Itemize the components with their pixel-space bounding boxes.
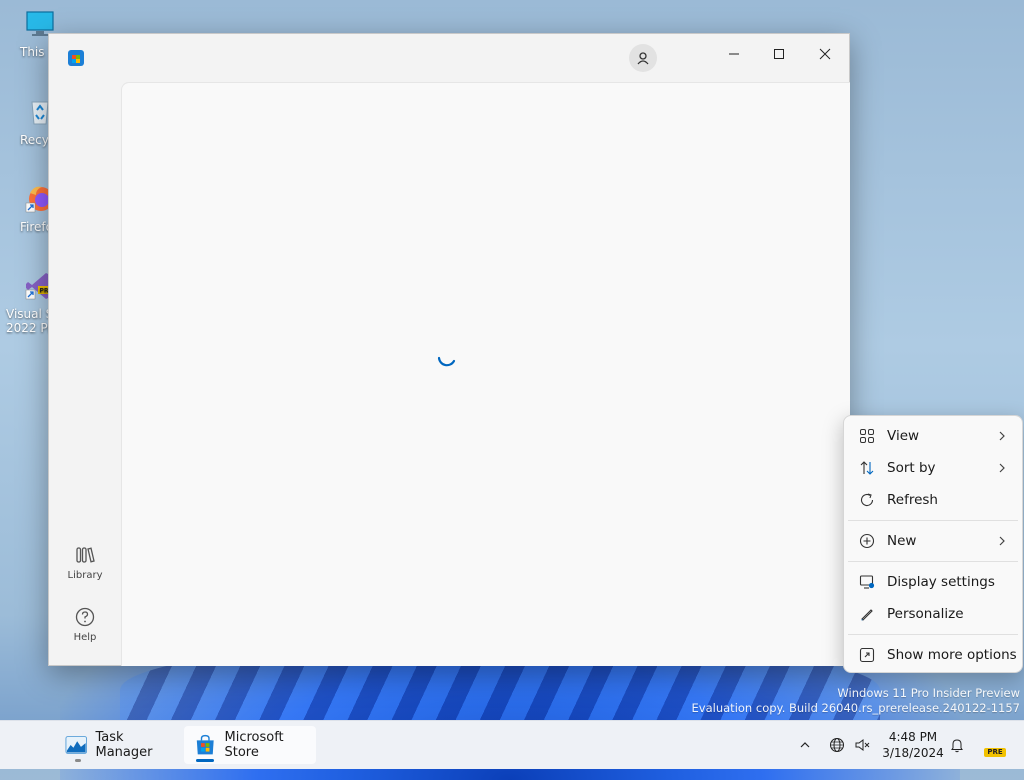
menu-item-refresh[interactable]: Refresh bbox=[848, 485, 1018, 515]
grid-view-icon bbox=[860, 429, 874, 443]
help-icon bbox=[75, 607, 95, 627]
account-button[interactable] bbox=[629, 44, 657, 72]
minimize-button[interactable] bbox=[717, 40, 751, 68]
watermark-line1: Windows 11 Pro Insider Preview bbox=[837, 686, 1020, 700]
clock[interactable]: 4:48 PM 3/18/2024 bbox=[878, 729, 948, 761]
library-icon bbox=[76, 547, 95, 563]
microsoft-store-window: Library Help bbox=[48, 33, 850, 666]
clock-time: 4:48 PM bbox=[888, 730, 938, 744]
close-button[interactable] bbox=[808, 40, 842, 68]
menu-item-new[interactable]: New bbox=[848, 526, 1018, 556]
notifications-button[interactable] bbox=[946, 721, 968, 769]
chevron-right-icon bbox=[999, 463, 1005, 473]
sidebar: Library Help bbox=[49, 82, 121, 665]
person-icon bbox=[637, 52, 649, 65]
main-content bbox=[121, 82, 850, 666]
volume-muted-icon bbox=[855, 739, 870, 751]
watermark-line2: Evaluation copy. Build 26040.rs_prerelea… bbox=[691, 701, 1020, 715]
menu-item-view[interactable]: View bbox=[848, 421, 1018, 451]
menu-item-label: Personalize bbox=[887, 606, 964, 622]
menu-separator bbox=[848, 561, 1018, 562]
close-icon bbox=[819, 48, 831, 60]
menu-item-label: New bbox=[887, 533, 917, 549]
title-bar[interactable] bbox=[49, 34, 849, 82]
pre-release-badge: PRE bbox=[984, 748, 1006, 757]
menu-separator bbox=[848, 634, 1018, 635]
volume-button[interactable] bbox=[851, 721, 873, 769]
sidebar-item-help[interactable]: Help bbox=[49, 606, 121, 643]
sort-icon bbox=[860, 461, 874, 475]
menu-item-show-more-options[interactable]: Show more options bbox=[848, 640, 1018, 670]
taskbar-app-task-manager[interactable]: Task Manager bbox=[55, 726, 179, 764]
show-hidden-icons-button[interactable] bbox=[794, 721, 816, 769]
menu-item-sort-by[interactable]: Sort by bbox=[848, 453, 1018, 483]
menu-item-display-settings[interactable]: Display settings bbox=[848, 567, 1018, 597]
sidebar-item-library[interactable]: Library bbox=[49, 544, 121, 581]
pen-icon bbox=[861, 609, 873, 621]
network-button[interactable] bbox=[826, 721, 848, 769]
chevron-right-icon bbox=[999, 536, 1005, 546]
menu-item-label: Show more options bbox=[887, 647, 1017, 663]
globe-icon bbox=[830, 738, 844, 752]
task-manager-icon bbox=[65, 736, 88, 754]
taskbar-app-microsoft-store[interactable]: Microsoft Store bbox=[184, 726, 316, 764]
maximize-icon bbox=[774, 49, 784, 59]
desktop-context-menu: View Sort by Refresh New Display setting… bbox=[843, 415, 1023, 673]
chevron-right-icon bbox=[999, 431, 1005, 441]
menu-item-label: View bbox=[887, 428, 920, 444]
bell-icon bbox=[951, 739, 963, 753]
refresh-icon bbox=[860, 493, 874, 506]
sidebar-item-label: Library bbox=[67, 570, 103, 581]
loading-spinner-icon bbox=[437, 356, 456, 367]
menu-separator bbox=[848, 520, 1018, 521]
more-options-icon bbox=[859, 647, 875, 663]
taskbar: Task Manager Microsoft Store 4:48 PM 3/1… bbox=[0, 720, 1024, 769]
sidebar-item-label: Help bbox=[73, 632, 97, 643]
maximize-button[interactable] bbox=[762, 40, 796, 68]
running-indicator bbox=[75, 759, 81, 762]
add-circle-icon bbox=[859, 533, 875, 549]
clock-date: 3/18/2024 bbox=[882, 746, 944, 760]
taskbar-app-label: Task Manager bbox=[95, 730, 153, 760]
chevron-up-icon bbox=[800, 742, 810, 748]
menu-item-label: Refresh bbox=[887, 492, 938, 508]
menu-item-label: Sort by bbox=[887, 460, 936, 476]
microsoft-store-icon bbox=[196, 734, 214, 755]
taskbar-app-label: Microsoft Store bbox=[224, 730, 284, 760]
active-indicator bbox=[196, 759, 214, 762]
display-settings-icon bbox=[859, 575, 875, 589]
menu-item-label: Display settings bbox=[887, 574, 995, 590]
menu-item-personalize[interactable]: Personalize bbox=[848, 599, 1018, 629]
microsoft-store-icon bbox=[68, 50, 84, 66]
minimize-icon bbox=[729, 53, 739, 55]
